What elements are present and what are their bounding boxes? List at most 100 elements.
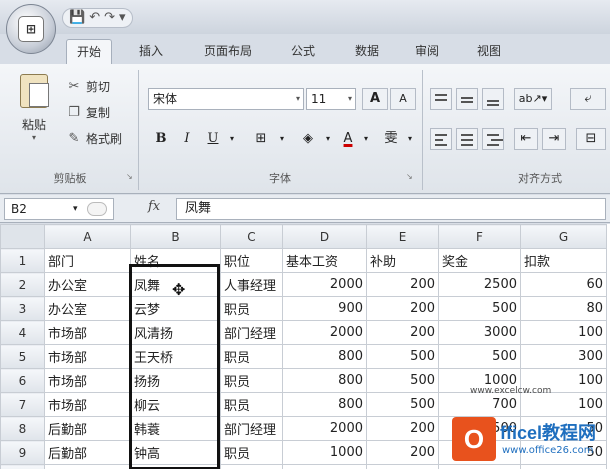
row-header[interactable]: 8 <box>0 416 45 441</box>
cell[interactable]: 3000 <box>438 320 521 345</box>
tab-home[interactable]: 开始 <box>66 39 112 64</box>
row-header[interactable]: 9 <box>0 440 45 465</box>
border-button[interactable]: ⊞ <box>246 128 276 150</box>
format-painter-button[interactable]: ✎ 格式刷 <box>66 130 122 147</box>
cell[interactable]: 云梦 <box>130 296 221 321</box>
cell[interactable]: 职员 <box>220 296 283 321</box>
cell[interactable]: 800 <box>282 368 367 393</box>
cell[interactable]: 1000 <box>282 464 367 469</box>
cell[interactable]: 100 <box>520 392 607 417</box>
clipboard-launcher-icon[interactable]: ↘ <box>126 172 133 181</box>
cell[interactable]: 900 <box>282 296 367 321</box>
select-all-corner[interactable] <box>0 224 45 249</box>
insert-function-button[interactable]: fx <box>148 199 160 214</box>
cell[interactable]: 后勤部 <box>44 440 131 465</box>
cell[interactable]: 500 <box>438 296 521 321</box>
undo-icon[interactable]: ↶ <box>89 9 100 27</box>
shrink-font-button[interactable]: A <box>390 88 416 110</box>
increase-indent-button[interactable]: ⇥ <box>542 128 566 150</box>
paste-button[interactable]: 粘贴 ▾ <box>14 74 54 154</box>
cell[interactable]: 200 <box>366 416 439 441</box>
cell[interactable]: 200 <box>366 272 439 297</box>
row-header[interactable]: 7 <box>0 392 45 417</box>
align-center-button[interactable] <box>456 128 478 150</box>
font-size-select[interactable]: 11 ▾ <box>306 88 356 110</box>
column-header-g[interactable]: G <box>520 224 607 249</box>
cell[interactable]: 办公室 <box>44 296 131 321</box>
row-header[interactable]: 3 <box>0 296 45 321</box>
cell[interactable]: 500 <box>366 344 439 369</box>
cell[interactable]: 办公室 <box>44 272 131 297</box>
chevron-down-icon[interactable]: ▾ <box>276 128 288 150</box>
column-header-d[interactable]: D <box>282 224 367 249</box>
align-top-button[interactable] <box>430 88 452 110</box>
column-header-f[interactable]: F <box>438 224 521 249</box>
align-bottom-button[interactable] <box>482 88 504 110</box>
name-box-resize-handle[interactable] <box>87 202 107 216</box>
chevron-down-icon[interactable]: ▾ <box>73 199 78 219</box>
cell[interactable]: 王天桥 <box>130 344 221 369</box>
cell[interactable]: 姓名 <box>130 248 221 273</box>
wrap-text-button[interactable]: ⤶ <box>570 88 606 110</box>
chevron-down-icon[interactable]: ▾ <box>322 128 334 150</box>
column-header-a[interactable]: A <box>44 224 131 249</box>
cell[interactable]: 职员 <box>220 368 283 393</box>
align-middle-button[interactable] <box>456 88 478 110</box>
column-header-c[interactable]: C <box>220 224 283 249</box>
cell[interactable]: 钟高 <box>130 440 221 465</box>
name-box[interactable]: B2 ▾ <box>4 198 114 220</box>
column-header-e[interactable]: E <box>366 224 439 249</box>
formula-input[interactable]: 凤舞 <box>176 198 606 220</box>
cell[interactable]: 韩蓑 <box>130 416 221 441</box>
row-header[interactable]: 1 <box>0 248 45 273</box>
cell[interactable]: 2500 <box>438 272 521 297</box>
grow-font-button[interactable]: A <box>362 88 388 110</box>
cell[interactable]: 市场部 <box>44 320 131 345</box>
cell[interactable]: 700 <box>438 392 521 417</box>
cell[interactable]: 职员 <box>220 464 283 469</box>
chevron-down-icon[interactable]: ▾ <box>226 128 238 150</box>
customize-qat-icon[interactable]: ▾ <box>119 9 126 27</box>
copy-button[interactable]: ❐ 复制 <box>66 104 110 121</box>
row-header[interactable]: 5 <box>0 344 45 369</box>
bold-button[interactable]: B <box>150 128 172 150</box>
cell[interactable]: 2000 <box>282 320 367 345</box>
tab-insert[interactable]: 插入 <box>128 39 174 64</box>
cell[interactable]: 后勤部 <box>44 464 131 469</box>
row-header[interactable]: 2 <box>0 272 45 297</box>
cell[interactable]: 职员 <box>220 344 283 369</box>
column-header-b[interactable]: B <box>130 224 221 249</box>
tab-formulas[interactable]: 公式 <box>280 39 326 64</box>
row-header[interactable]: 6 <box>0 368 45 393</box>
cell[interactable]: 市场部 <box>44 368 131 393</box>
redo-icon[interactable]: ↷ <box>104 9 115 27</box>
cell[interactable]: 部门经理 <box>220 416 283 441</box>
cell[interactable]: 500 <box>438 344 521 369</box>
font-color-button[interactable]: A <box>336 128 360 150</box>
cell[interactable]: 市场部 <box>44 344 131 369</box>
cell[interactable]: 500 <box>366 368 439 393</box>
tab-review[interactable]: 审阅 <box>404 39 450 64</box>
cell[interactable]: 扬扬 <box>130 368 221 393</box>
save-icon[interactable]: 💾 <box>69 9 85 27</box>
merge-center-button[interactable]: ⊟ <box>576 128 606 150</box>
cell[interactable]: 后勤部 <box>44 416 131 441</box>
font-name-select[interactable]: 宋体 ▾ <box>148 88 304 110</box>
cell[interactable]: 1000 <box>282 440 367 465</box>
cell[interactable]: 市场部 <box>44 392 131 417</box>
align-right-button[interactable] <box>482 128 504 150</box>
cell[interactable]: 200 <box>366 440 439 465</box>
cell[interactable]: 人事经理 <box>220 272 283 297</box>
cell[interactable]: 80 <box>520 296 607 321</box>
underline-button[interactable]: U <box>202 128 224 150</box>
office-button[interactable]: ⊞ <box>6 4 56 54</box>
cell[interactable]: 职员 <box>220 392 283 417</box>
cell[interactable]: 柳云 <box>130 392 221 417</box>
cell[interactable]: 袁绣 <box>130 464 221 469</box>
font-launcher-icon[interactable]: ↘ <box>406 172 413 181</box>
italic-button[interactable]: I <box>176 128 198 150</box>
align-left-button[interactable] <box>430 128 452 150</box>
cell[interactable]: 200 <box>366 464 439 469</box>
row-header[interactable]: 4 <box>0 320 45 345</box>
phonetic-button[interactable]: 雯 <box>378 128 404 150</box>
